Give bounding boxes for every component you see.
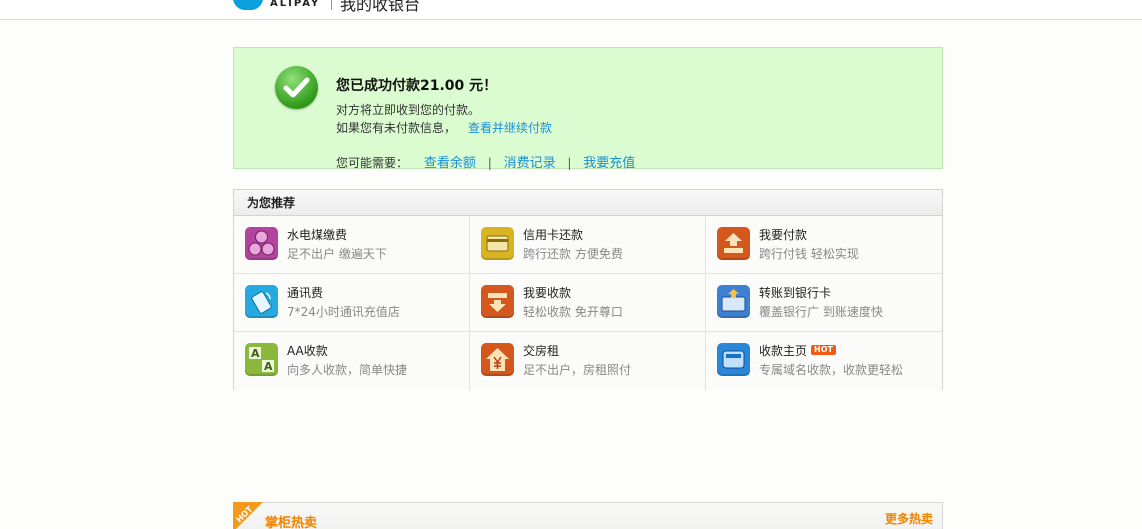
- service-name: AA收款: [287, 344, 328, 358]
- payment-success-panel: 您已成功付款21.00 元！ 对方将立即收到您的付款。 如果您有未付款信息， 查看…: [233, 47, 943, 171]
- recommendation-panel: 为您推荐 水电煤缴费 足不出户 缴遍天下 信用卡还款 跨行还款 方便免费 我要付…: [233, 189, 943, 390]
- continue-payment-link[interactable]: 查看并继续付款: [468, 121, 552, 135]
- service-name: 水电煤缴费: [287, 228, 348, 242]
- service-desc: 轻松收款 免开尊口: [523, 305, 623, 319]
- house-rent-icon: [481, 343, 514, 376]
- service-name: 我要付款: [759, 228, 808, 242]
- service-desc: 覆盖银行广 到账速度快: [759, 305, 883, 319]
- top-up-link[interactable]: 我要充值: [583, 156, 635, 171]
- service-name: 通讯费: [287, 286, 324, 300]
- utility-bill-icon: [245, 227, 278, 260]
- separator: |: [487, 156, 492, 170]
- check-balance-link[interactable]: 查看余额: [424, 156, 476, 171]
- unpaid-info-line: 如果您有未付款信息， 查看并继续付款: [336, 119, 552, 136]
- success-message: 对方将立即收到您的付款。: [336, 103, 481, 117]
- svg-text:A: A: [251, 347, 260, 360]
- header-divider: [331, 0, 332, 10]
- service-credit-card-repay[interactable]: 信用卡还款 跨行还款 方便免费: [470, 216, 706, 274]
- receive-box-icon: [481, 285, 514, 318]
- hot-sales-panel: HOT 掌柜热卖 更多热卖: [233, 502, 943, 529]
- service-aa-collect[interactable]: AA AA收款 向多人收款，简单快捷: [234, 332, 470, 390]
- alipay-logo-icon[interactable]: [233, 0, 263, 10]
- mobile-phone-icon: [245, 285, 278, 318]
- service-collect-homepage[interactable]: 收款主页 HOT 专属域名收款，收款更轻松: [706, 332, 942, 390]
- service-desc: 足不出户，房租照付: [523, 363, 632, 377]
- service-desc: 专属域名收款，收款更轻松: [759, 363, 904, 377]
- recommendation-title: 为您推荐: [234, 190, 942, 216]
- service-desc: 足不出户 缴遍天下: [287, 247, 387, 261]
- homepage-icon: [717, 343, 750, 376]
- hot-sales-title: 掌柜热卖: [265, 516, 318, 529]
- transaction-history-link[interactable]: 消费记录: [504, 156, 556, 171]
- suggested-actions-label: 您可能需要：: [336, 156, 409, 170]
- page-title: 我的收银台: [340, 0, 421, 14]
- service-name: 我要收款: [523, 286, 572, 300]
- recommendation-grid: 水电煤缴费 足不出户 缴遍天下 信用卡还款 跨行还款 方便免费 我要付款 跨行付…: [234, 216, 942, 390]
- service-make-payment[interactable]: 我要付款 跨行付钱 轻松实现: [706, 216, 942, 274]
- top-header: ALIPAY 我的收银台: [0, 0, 1142, 20]
- service-bank-transfer[interactable]: 转账到银行卡 覆盖银行广 到账速度快: [706, 274, 942, 332]
- service-desc: 7*24小时通讯充值店: [287, 305, 400, 319]
- success-check-icon: [275, 66, 318, 109]
- suggested-actions: 您可能需要： 查看余额 | 消费记录 | 我要充值: [336, 152, 635, 171]
- logo-text: ALIPAY: [270, 0, 321, 9]
- separator: |: [567, 156, 572, 170]
- service-pay-rent[interactable]: 交房租 足不出户，房租照付: [470, 332, 706, 390]
- service-utility-bill[interactable]: 水电煤缴费 足不出户 缴遍天下: [234, 216, 470, 274]
- credit-card-icon: [481, 227, 514, 260]
- service-name: 收款主页: [759, 344, 808, 358]
- pay-box-icon: [717, 227, 750, 260]
- more-hot-sales-link[interactable]: 更多热卖: [885, 510, 933, 527]
- service-name-row: 收款主页 HOT: [759, 342, 836, 359]
- service-name: 信用卡还款: [523, 228, 584, 242]
- bank-card-icon: [717, 285, 750, 318]
- aa-split-icon: AA: [245, 343, 278, 376]
- service-desc: 向多人收款，简单快捷: [287, 363, 408, 377]
- hot-badge: HOT: [811, 345, 836, 355]
- service-name: 转账到银行卡: [759, 286, 832, 300]
- service-desc: 跨行付钱 轻松实现: [759, 247, 859, 261]
- svg-text:A: A: [264, 360, 273, 373]
- success-title: 您已成功付款21.00 元！: [336, 78, 498, 94]
- service-mobile-topup[interactable]: 通讯费 7*24小时通讯充值店: [234, 274, 470, 332]
- service-name: 交房租: [523, 344, 560, 358]
- unpaid-info-text: 如果您有未付款信息，: [336, 121, 457, 135]
- service-desc: 跨行还款 方便免费: [523, 247, 623, 261]
- service-receive-money[interactable]: 我要收款 轻松收款 免开尊口: [470, 274, 706, 332]
